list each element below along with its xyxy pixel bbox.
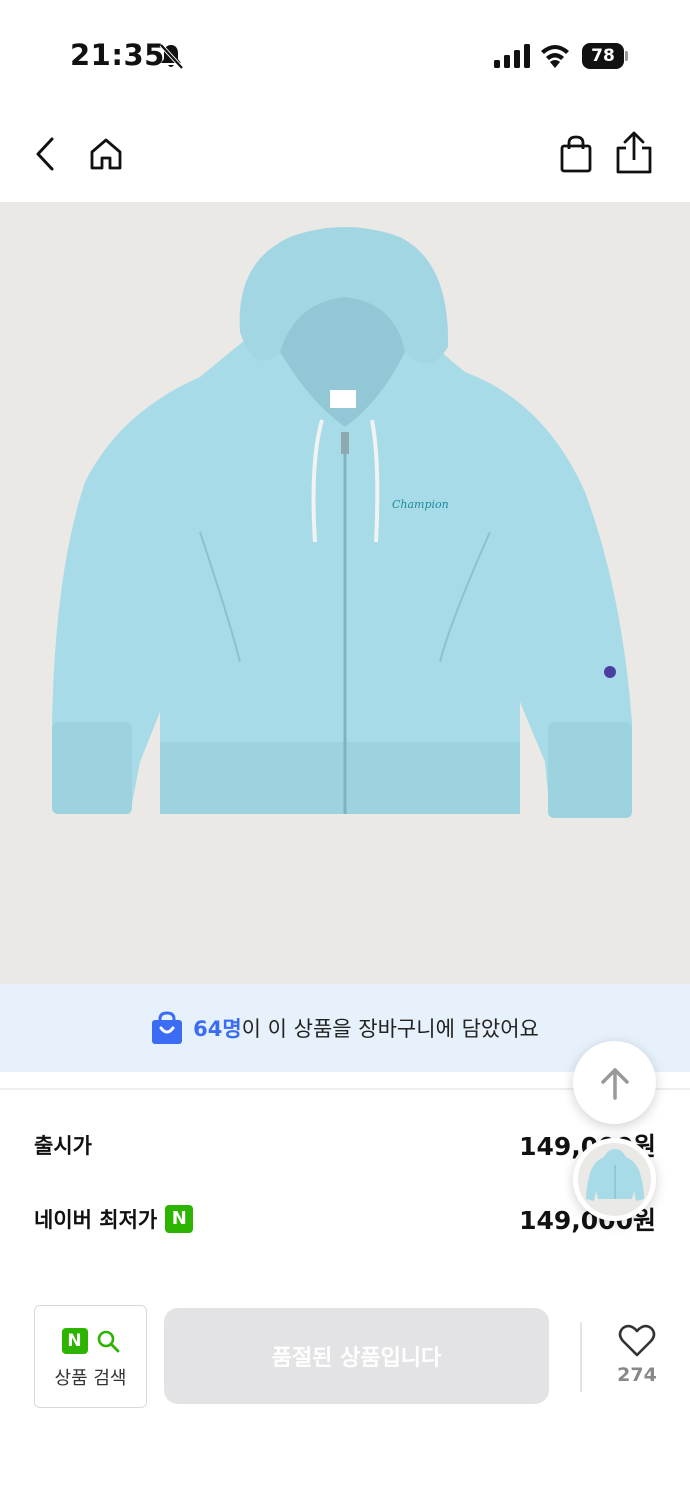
- chevron-left-icon: [36, 137, 54, 171]
- hoodie-thumbnail-image: [586, 1149, 644, 1201]
- naver-price-label-wrap: 네이버 최저가 N: [34, 1204, 194, 1234]
- heart-icon: [618, 1324, 656, 1357]
- nav-bar: [0, 110, 690, 202]
- search-icon: [97, 1330, 119, 1353]
- shopping-bag-icon: [152, 1011, 183, 1044]
- arrow-up-icon: [600, 1067, 629, 1100]
- naver-badge: N: [165, 1205, 194, 1233]
- naver-price-row[interactable]: 네이버 최저가 N 149,000원: [34, 1199, 656, 1239]
- share-button[interactable]: [610, 128, 658, 178]
- cart-count: 64명: [193, 1017, 242, 1041]
- bottom-action-bar: N 상품 검색 품절된 상품입니다 274: [0, 1290, 690, 1420]
- battery-icon: 78: [582, 43, 628, 69]
- cart-button[interactable]: [554, 132, 598, 176]
- recent-product-thumbnail[interactable]: [573, 1138, 656, 1221]
- naver-search-button[interactable]: N 상품 검색: [34, 1305, 147, 1408]
- bell-off-icon: [159, 43, 184, 70]
- scroll-to-top-button[interactable]: [573, 1041, 656, 1124]
- naver-search-label: 상품 검색: [54, 1368, 127, 1389]
- soldout-button[interactable]: 품절된 상품입니다: [164, 1308, 549, 1404]
- battery-level: 78: [582, 43, 624, 69]
- brand-logo-text: Champion: [392, 498, 449, 511]
- naver-price-label: 네이버 최저가: [34, 1208, 158, 1232]
- home-button[interactable]: [84, 132, 128, 176]
- shopping-bag-icon: [560, 135, 592, 173]
- status-bar: 21:35 78: [0, 0, 690, 110]
- share-icon: [616, 131, 652, 174]
- back-button[interactable]: [24, 132, 68, 176]
- cart-banner-text: 이 이 상품을 장바구니에 담았어요: [241, 1017, 539, 1041]
- naver-search-top: N: [35, 1328, 146, 1354]
- like-button[interactable]: 274: [608, 1324, 666, 1394]
- naver-badge: N: [61, 1328, 88, 1354]
- home-icon: [90, 138, 122, 170]
- wifi-icon: [541, 45, 569, 68]
- hoodie-image: Champion: [52, 227, 632, 818]
- product-image[interactable]: Champion: [0, 202, 690, 984]
- release-price-row: 출시가 149,000원: [34, 1125, 656, 1165]
- like-count: 274: [617, 1364, 657, 1386]
- status-time: 21:35: [70, 38, 165, 72]
- divider: [580, 1322, 582, 1392]
- signal-icon: [494, 44, 530, 68]
- release-price-label: 출시가: [34, 1134, 92, 1158]
